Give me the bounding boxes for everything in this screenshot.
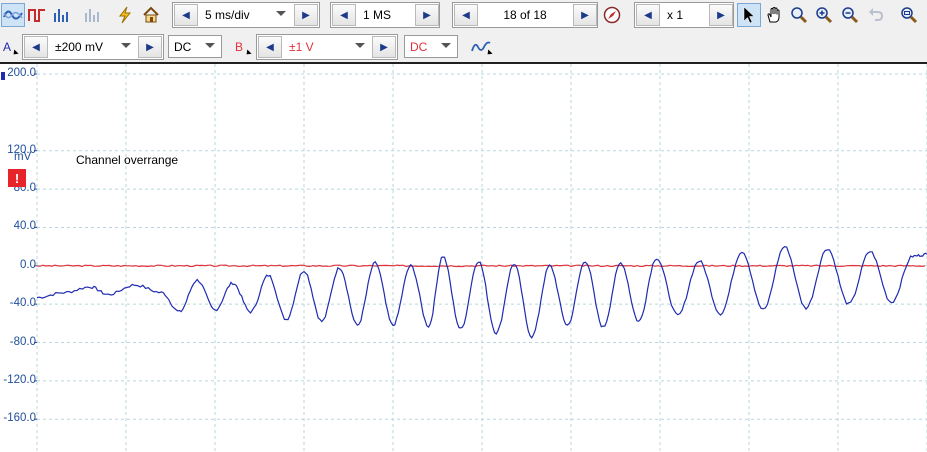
zoom-overview-icon[interactable] <box>897 3 921 27</box>
graticule <box>34 64 927 452</box>
channel-b-range-value: ±1 V <box>289 40 314 54</box>
y-tick-label: 0.0 <box>20 258 36 271</box>
previous-capture-button[interactable]: ◀ <box>454 4 478 26</box>
overrange-warning-icon: ! <box>8 169 26 187</box>
buffer-navigator-compass-icon[interactable] <box>600 3 624 27</box>
channel-a-coupling-select[interactable]: DC <box>168 35 222 58</box>
channel-b-range-decrease-button[interactable]: ◀ <box>258 36 282 58</box>
capture-navigator: ◀ 18 of 18 ▶ <box>452 2 598 28</box>
undo-zoom-icon[interactable] <box>864 3 888 27</box>
main-toolbar: ◀ 5 ms/div ▶ ◀ 1 MS ▶ ◀ 18 of 18 ▶ ◀ x 1… <box>0 0 927 32</box>
spectrum-mode-icon[interactable] <box>49 3 73 27</box>
chevron-down-icon <box>441 43 451 48</box>
channel-b-coupling-value: DC <box>410 40 428 54</box>
channel-a-range-decrease-button[interactable]: ◀ <box>24 36 48 58</box>
channel-toolbar: A ◀ ±200 mV ▶ DC B ◀ ±1 V ▶ DC <box>0 31 927 64</box>
capture-counter[interactable]: 18 of 18 <box>479 4 571 26</box>
scope-mode-icon[interactable] <box>1 3 25 27</box>
y-tick-label: -40.0 <box>9 297 36 310</box>
timebase-increase-button[interactable]: ▶ <box>294 4 318 26</box>
channel-a-range-control: ◀ ±200 mV ▶ <box>22 34 164 60</box>
zoom-out-icon[interactable] <box>838 3 862 27</box>
channel-b-coupling-select[interactable]: DC <box>404 35 458 58</box>
timebase-control: ◀ 5 ms/div ▶ <box>172 2 320 28</box>
persistence-mode-icon[interactable] <box>25 3 49 27</box>
home-icon[interactable] <box>139 3 163 27</box>
y-tick-label: 200.0 <box>7 67 36 79</box>
zoom-factor-field[interactable]: x 1 <box>661 4 709 26</box>
next-capture-button[interactable]: ▶ <box>573 4 597 26</box>
zoom-factor-increase-button[interactable]: ▶ <box>709 4 733 26</box>
channel-a-coupling-value: DC <box>174 40 192 54</box>
zoom-in-icon[interactable] <box>812 3 836 27</box>
chevron-down-icon <box>276 11 286 16</box>
zoom-factor-value: x 1 <box>667 8 684 22</box>
samples-control: ◀ 1 MS ▶ <box>330 2 440 28</box>
channel-b-range-control: ◀ ±1 V ▶ <box>256 34 398 60</box>
samples-value: 1 MS <box>363 8 392 22</box>
channel-a-label[interactable]: A <box>3 40 11 54</box>
scope-plot[interactable] <box>0 64 927 452</box>
scope-view[interactable]: 200.0 120.0 80.0 40.0 0.0 -40.0 -80.0 -120.0 -16… <box>0 64 927 452</box>
channel-b-label[interactable]: B <box>235 40 243 54</box>
channel-a-range-value: ±200 mV <box>55 40 103 54</box>
chevron-down-icon <box>355 43 365 48</box>
overrange-symbol: ! <box>14 170 20 186</box>
chevron-down-icon <box>205 43 215 48</box>
channel-a-axis-marker[interactable] <box>1 72 5 80</box>
overrange-message: Channel overrange <box>76 153 179 167</box>
axis-unit-label: mV <box>14 151 32 163</box>
samples-increase-button[interactable]: ▶ <box>415 4 439 26</box>
channel-a-range-increase-button[interactable]: ▶ <box>138 36 162 58</box>
y-tick-label: 40.0 <box>13 220 36 233</box>
automotive-lightning-icon[interactable] <box>113 3 137 27</box>
select-pointer-icon[interactable] <box>737 3 761 27</box>
capture-value: 18 of 18 <box>503 8 547 22</box>
zoom-factor-control: ◀ x 1 ▶ <box>634 2 734 28</box>
chevron-down-icon <box>121 43 131 48</box>
channel-a-options-icon[interactable] <box>11 49 19 57</box>
hand-pan-icon[interactable] <box>762 3 786 27</box>
measurements-icon[interactable] <box>80 3 104 27</box>
y-tick-label: -80.0 <box>9 335 36 348</box>
y-tick-label: -160.0 <box>3 412 36 425</box>
timebase-decrease-button[interactable]: ◀ <box>174 4 198 26</box>
samples-select[interactable]: 1 MS <box>357 4 415 26</box>
zoom-factor-decrease-button[interactable]: ◀ <box>636 4 660 26</box>
samples-decrease-button[interactable]: ◀ <box>332 4 356 26</box>
y-tick-label: -120.0 <box>3 373 36 386</box>
channel-b-range-increase-button[interactable]: ▶ <box>372 36 396 58</box>
timebase-value: 5 ms/div <box>205 8 250 22</box>
zoom-region-icon[interactable] <box>787 3 811 27</box>
channel-b-options-icon[interactable] <box>244 49 252 57</box>
